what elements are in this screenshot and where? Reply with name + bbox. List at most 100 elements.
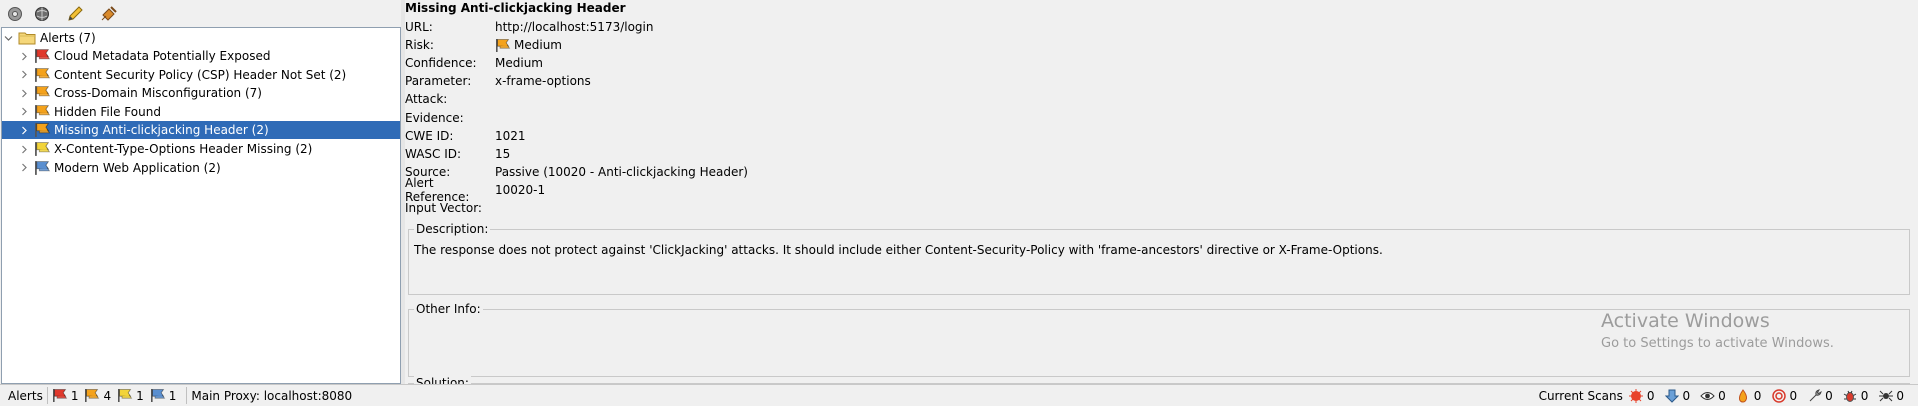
- download-arrow-icon: [1665, 388, 1680, 403]
- tree-item-label: Content Security Policy (CSP) Header Not…: [54, 67, 347, 82]
- status-scan-count: 0: [1682, 388, 1691, 403]
- bug-icon: [1843, 388, 1858, 403]
- chevron-right-icon[interactable]: [18, 140, 30, 158]
- watermark-line2: Go to Settings to activate Windows.: [1601, 336, 1834, 351]
- status-scan-item[interactable]: 0: [1736, 388, 1761, 403]
- chevron-right-icon[interactable]: [18, 47, 30, 65]
- tree-item-alert[interactable]: Cross-Domain Misconfiguration (7): [2, 84, 400, 102]
- tree-root-alerts[interactable]: Alerts (7): [2, 29, 400, 47]
- target-icon: [1771, 388, 1786, 403]
- tree-item-alert[interactable]: Missing Anti-clickjacking Header (2): [2, 121, 400, 140]
- tree-item-alert[interactable]: X-Content-Type-Options Header Missing (2…: [2, 140, 400, 158]
- status-scan-item[interactable]: 0: [1878, 388, 1904, 403]
- status-alert-count: 1: [117, 388, 144, 403]
- chevron-down-icon[interactable]: [2, 29, 14, 47]
- detail-field-row: URL: http://localhost:5173/login: [405, 18, 653, 36]
- alerts-toolbar: [0, 0, 401, 27]
- tree-item-label: Cloud Metadata Potentially Exposed: [54, 49, 271, 63]
- broom-icon[interactable]: [98, 3, 120, 25]
- detail-field-label: CWE ID:: [405, 128, 454, 143]
- detail-field-label: WASC ID:: [405, 146, 462, 161]
- risk-flag-icon: [34, 67, 51, 83]
- tree-item-label: Hidden File Found: [54, 104, 161, 119]
- status-scan-count: 0: [1860, 388, 1869, 403]
- detail-field-row: Input Vector:: [405, 199, 495, 217]
- other-info-title: Other Info:: [414, 302, 483, 316]
- tree-item-label: Missing Anti-clickjacking Header (2): [54, 123, 269, 138]
- risk-flag-icon: [34, 48, 51, 64]
- alerts-tree[interactable]: Alerts (7) Cloud Metadata Potentially Ex…: [1, 27, 401, 384]
- detail-field-value: x-frame-options: [495, 74, 591, 89]
- tree-item-alert[interactable]: Modern Web Application (2): [2, 159, 400, 177]
- detail-field-label: Parameter:: [405, 74, 472, 89]
- spider-icon: [1878, 388, 1893, 403]
- status-alert-count: 1: [150, 388, 176, 403]
- detail-field-row: Parameter: x-frame-options: [405, 72, 591, 90]
- detail-field-value-wrap: Medium: [495, 38, 562, 53]
- status-alert-counts: 1 4 1 1: [52, 388, 183, 403]
- tree-item-alert[interactable]: Cloud Metadata Potentially Exposed: [2, 47, 400, 65]
- detail-field-value: 1021: [495, 128, 526, 143]
- alert-title: Missing Anti-clickjacking Header: [405, 1, 626, 15]
- tree-item-alert[interactable]: Hidden File Found: [2, 103, 400, 121]
- chevron-right-icon[interactable]: [18, 121, 30, 139]
- status-alert-count-value: 1: [70, 388, 79, 403]
- status-current-scans: 0 0 0 0 0 0 0 0: [1629, 388, 1914, 403]
- eye-icon: [1700, 388, 1715, 403]
- status-scan-count: 0: [1646, 388, 1655, 403]
- solution-title: Solution:: [414, 376, 471, 384]
- status-scan-item[interactable]: 0: [1843, 388, 1869, 403]
- status-scan-count: 0: [1789, 388, 1798, 403]
- status-alerts-label: Alerts: [8, 388, 43, 403]
- flame-icon: [1736, 388, 1751, 403]
- activate-windows-watermark: Activate Windows Go to Settings to activ…: [1601, 310, 1834, 351]
- detail-field-row: Confidence: Medium: [405, 54, 543, 72]
- risk-flag-icon: [150, 388, 166, 403]
- risk-flag-icon: [34, 85, 51, 101]
- globe-icon[interactable]: [31, 3, 53, 25]
- status-separator: [186, 387, 188, 404]
- detail-field-label: Input Vector:: [405, 201, 482, 215]
- tree-item-alert[interactable]: Content Security Policy (CSP) Header Not…: [2, 66, 400, 84]
- risk-flag-icon: [117, 388, 133, 403]
- detail-field-value-wrap: Passive (10020 - Anti-clickjacking Heade…: [495, 165, 748, 179]
- status-scan-count: 0: [1718, 388, 1726, 403]
- status-alert-count: 4: [84, 388, 111, 403]
- status-current-scans-label: Current Scans: [1538, 388, 1623, 403]
- status-alert-count: 1: [52, 388, 79, 403]
- status-scan-item[interactable]: 0: [1665, 388, 1691, 403]
- status-scan-item[interactable]: 0: [1771, 388, 1797, 403]
- status-scan-item[interactable]: 0: [1629, 388, 1655, 403]
- detail-field-value: http://localhost:5173/login: [495, 20, 654, 34]
- detail-field-label: Risk:: [405, 38, 434, 53]
- detail-field-label: Evidence:: [405, 110, 464, 125]
- folder-icon: [18, 31, 36, 45]
- chevron-right-icon[interactable]: [18, 103, 30, 121]
- detail-field-label: Attack:: [405, 92, 448, 107]
- status-separator: [46, 387, 48, 404]
- pencil-icon[interactable]: [64, 3, 86, 25]
- detail-field-row: CWE ID: 1021: [405, 127, 526, 145]
- spider-burst-icon: [1629, 388, 1644, 403]
- status-alert-count-value: 4: [103, 388, 112, 403]
- chevron-right-icon[interactable]: [18, 66, 30, 84]
- status-scan-item[interactable]: 0: [1807, 388, 1833, 403]
- tree-item-label: X-Content-Type-Options Header Missing (2…: [54, 142, 313, 156]
- detail-field-row: WASC ID: 15: [405, 145, 510, 163]
- risk-flag-icon: [495, 38, 511, 53]
- wrench-icon: [1807, 388, 1822, 403]
- description-title: Description:: [414, 222, 491, 236]
- detail-field-value-wrap: Medium: [495, 56, 543, 70]
- risk-flag-icon: [34, 141, 51, 157]
- chevron-right-icon[interactable]: [18, 159, 30, 177]
- chevron-right-icon[interactable]: [18, 84, 30, 102]
- description-text: The response does not protect against 'C…: [414, 243, 1383, 257]
- settings-gear-icon[interactable]: [4, 3, 26, 25]
- detail-field-value-wrap: 1021: [495, 129, 526, 143]
- detail-field-value: 15: [495, 146, 511, 161]
- detail-field-label: URL:: [405, 20, 433, 34]
- risk-flag-icon: [34, 160, 51, 176]
- status-scan-item[interactable]: 0: [1700, 388, 1726, 403]
- tree-item-label: Cross-Domain Misconfiguration (7): [54, 86, 262, 101]
- detail-field-row: Attack:: [405, 90, 495, 108]
